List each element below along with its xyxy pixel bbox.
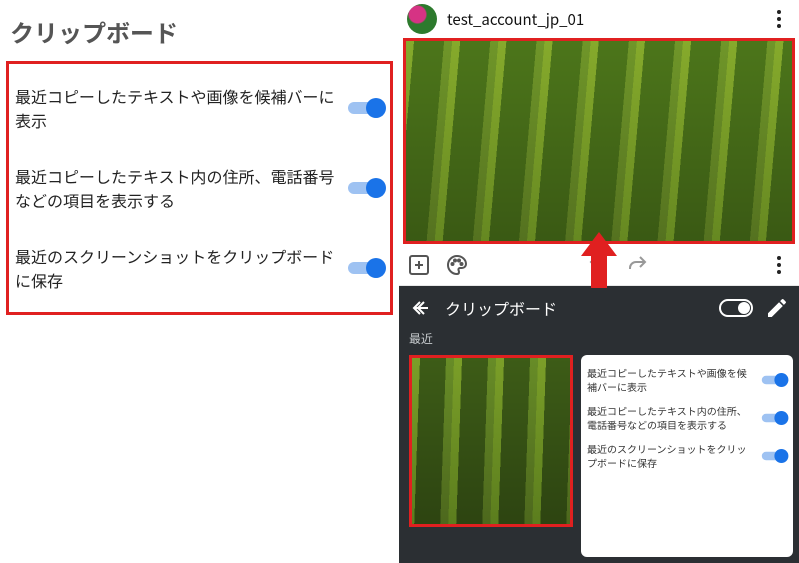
toggle-switch[interactable] <box>762 449 787 463</box>
setting-row: 最近のスクリーンショットをクリップボードに保存 <box>587 437 787 475</box>
clipboard-panel-header: クリップボード <box>399 286 799 330</box>
edit-pencil-icon[interactable] <box>765 296 789 320</box>
setting-label: 最近コピーしたテキストや画像を候補バーに表示 <box>587 366 751 394</box>
clip-image-highlight <box>409 355 573 527</box>
page-title: クリップボード <box>6 8 393 61</box>
clipboard-items-row: 最近コピーしたテキストや画像を候補バーに表示 最近コピーしたテキスト内の住所、電… <box>399 351 799 563</box>
setting-label: 最近コピーしたテキスト内の住所、電話番号などの項目を表示する <box>15 164 348 212</box>
annotation-arrow-up-icon <box>579 230 619 290</box>
setting-row: 最近コピーしたテキストや画像を候補バーに表示 <box>15 72 384 144</box>
setting-label: 最近のスクリーンショットをクリップボードに保存 <box>587 442 751 470</box>
back-arrow-icon[interactable] <box>409 296 433 320</box>
clipboard-toggle[interactable] <box>719 299 753 317</box>
setting-label: 最近コピーしたテキストや画像を候補バーに表示 <box>15 84 348 132</box>
setting-label: 最近のスクリーンショットをクリップボードに保存 <box>15 244 348 292</box>
toolbar-more-icon[interactable] <box>767 253 791 277</box>
account-name[interactable]: test_account_jp_01 <box>447 9 767 30</box>
account-header: test_account_jp_01 <box>399 0 799 38</box>
setting-row: 最近コピーしたテキスト内の住所、電話番号などの項目を表示する <box>15 152 384 224</box>
right-panel: test_account_jp_01 クリップボード <box>399 0 799 563</box>
feed-image[interactable] <box>406 41 792 241</box>
toggle-switch[interactable] <box>762 373 787 387</box>
toggle-switch[interactable] <box>348 258 384 278</box>
add-box-icon[interactable] <box>407 253 431 277</box>
setting-row: 最近コピーしたテキスト内の住所、電話番号などの項目を表示する <box>587 399 787 437</box>
clip-settings-card[interactable]: 最近コピーしたテキストや画像を候補バーに表示 最近コピーしたテキスト内の住所、電… <box>581 355 793 557</box>
left-panel: クリップボード 最近コピーしたテキストや画像を候補バーに表示 最近コピーしたテキ… <box>0 0 399 563</box>
redo-icon[interactable] <box>625 253 649 277</box>
clip-image[interactable] <box>412 358 570 524</box>
toggle-switch[interactable] <box>348 178 384 198</box>
setting-row: 最近のスクリーンショットをクリップボードに保存 <box>15 232 384 304</box>
avatar[interactable] <box>407 4 437 34</box>
palette-icon[interactable] <box>445 253 469 277</box>
toggle-switch[interactable] <box>762 411 787 425</box>
setting-row: 最近コピーしたテキストや画像を候補バーに表示 <box>587 361 787 399</box>
feed-image-highlight <box>403 38 795 244</box>
more-vertical-icon[interactable] <box>767 7 791 31</box>
clipboard-panel-title: クリップボード <box>445 296 707 320</box>
setting-label: 最近コピーしたテキスト内の住所、電話番号などの項目を表示する <box>587 404 751 432</box>
recent-section-label: 最近 <box>399 330 799 351</box>
settings-highlighted-box: 最近コピーしたテキストや画像を候補バーに表示 最近コピーしたテキスト内の住所、電… <box>6 61 393 315</box>
toggle-switch[interactable] <box>348 98 384 118</box>
